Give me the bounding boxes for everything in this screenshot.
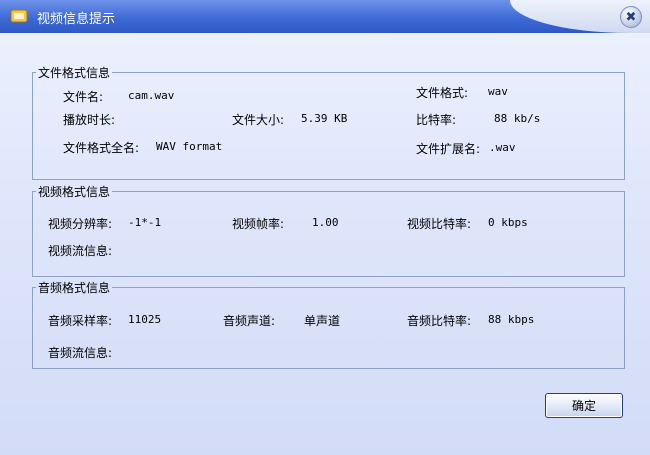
file-name-value: cam.wav [128, 89, 175, 102]
audio-stream-label: 音频流信息: [48, 346, 113, 360]
audio-channels-label: 音频声道: [223, 314, 276, 328]
video-info-group: 视频格式信息 [32, 183, 625, 277]
file-bitrate-label: 比特率: [416, 113, 457, 127]
close-icon: ✖ [625, 9, 637, 25]
video-resolution-value: -1*-1 [128, 216, 162, 229]
audio-samplerate-label: 音频采样率: [48, 314, 113, 328]
video-framerate-label: 视频帧率: [232, 217, 285, 231]
file-format-value: wav [488, 85, 508, 98]
file-extension-label: 文件扩展名: [416, 142, 481, 156]
video-stream-label: 视频流信息: [48, 244, 113, 258]
file-size-value: 5.39 KB [301, 112, 348, 125]
video-info-legend: 视频格式信息 [38, 185, 111, 199]
file-extension-value: .wav [489, 141, 516, 154]
audio-bitrate-value: 88 kbps [488, 313, 535, 326]
title-bar[interactable]: 视频信息提示 ✖ [0, 0, 650, 33]
ok-button[interactable]: 确定 [545, 393, 623, 418]
window-title: 视频信息提示 [37, 12, 116, 27]
video-resolution-label: 视频分辨率: [48, 217, 113, 231]
audio-info-legend: 音频格式信息 [38, 281, 111, 295]
format-full-name-value: WAV format [156, 140, 223, 153]
file-info-legend: 文件格式信息 [38, 66, 111, 80]
format-full-name-label: 文件格式全名: [63, 141, 140, 155]
video-bitrate-value: 0 kbps [488, 216, 528, 229]
duration-label: 播放时长: [63, 113, 116, 127]
audio-bitrate-label: 音频比特率: [407, 314, 472, 328]
video-info-icon [10, 9, 28, 23]
file-name-label: 文件名: [63, 90, 104, 104]
audio-channels-value: 单声道 [304, 314, 341, 328]
video-bitrate-label: 视频比特率: [407, 217, 472, 231]
close-button[interactable]: ✖ [620, 6, 642, 28]
file-bitrate-value: 88 kb/s [494, 112, 541, 125]
video-framerate-value: 1.00 [312, 216, 339, 229]
file-size-label: 文件大小: [232, 113, 285, 127]
audio-samplerate-value: 11025 [128, 313, 162, 326]
file-format-label: 文件格式: [416, 86, 469, 100]
